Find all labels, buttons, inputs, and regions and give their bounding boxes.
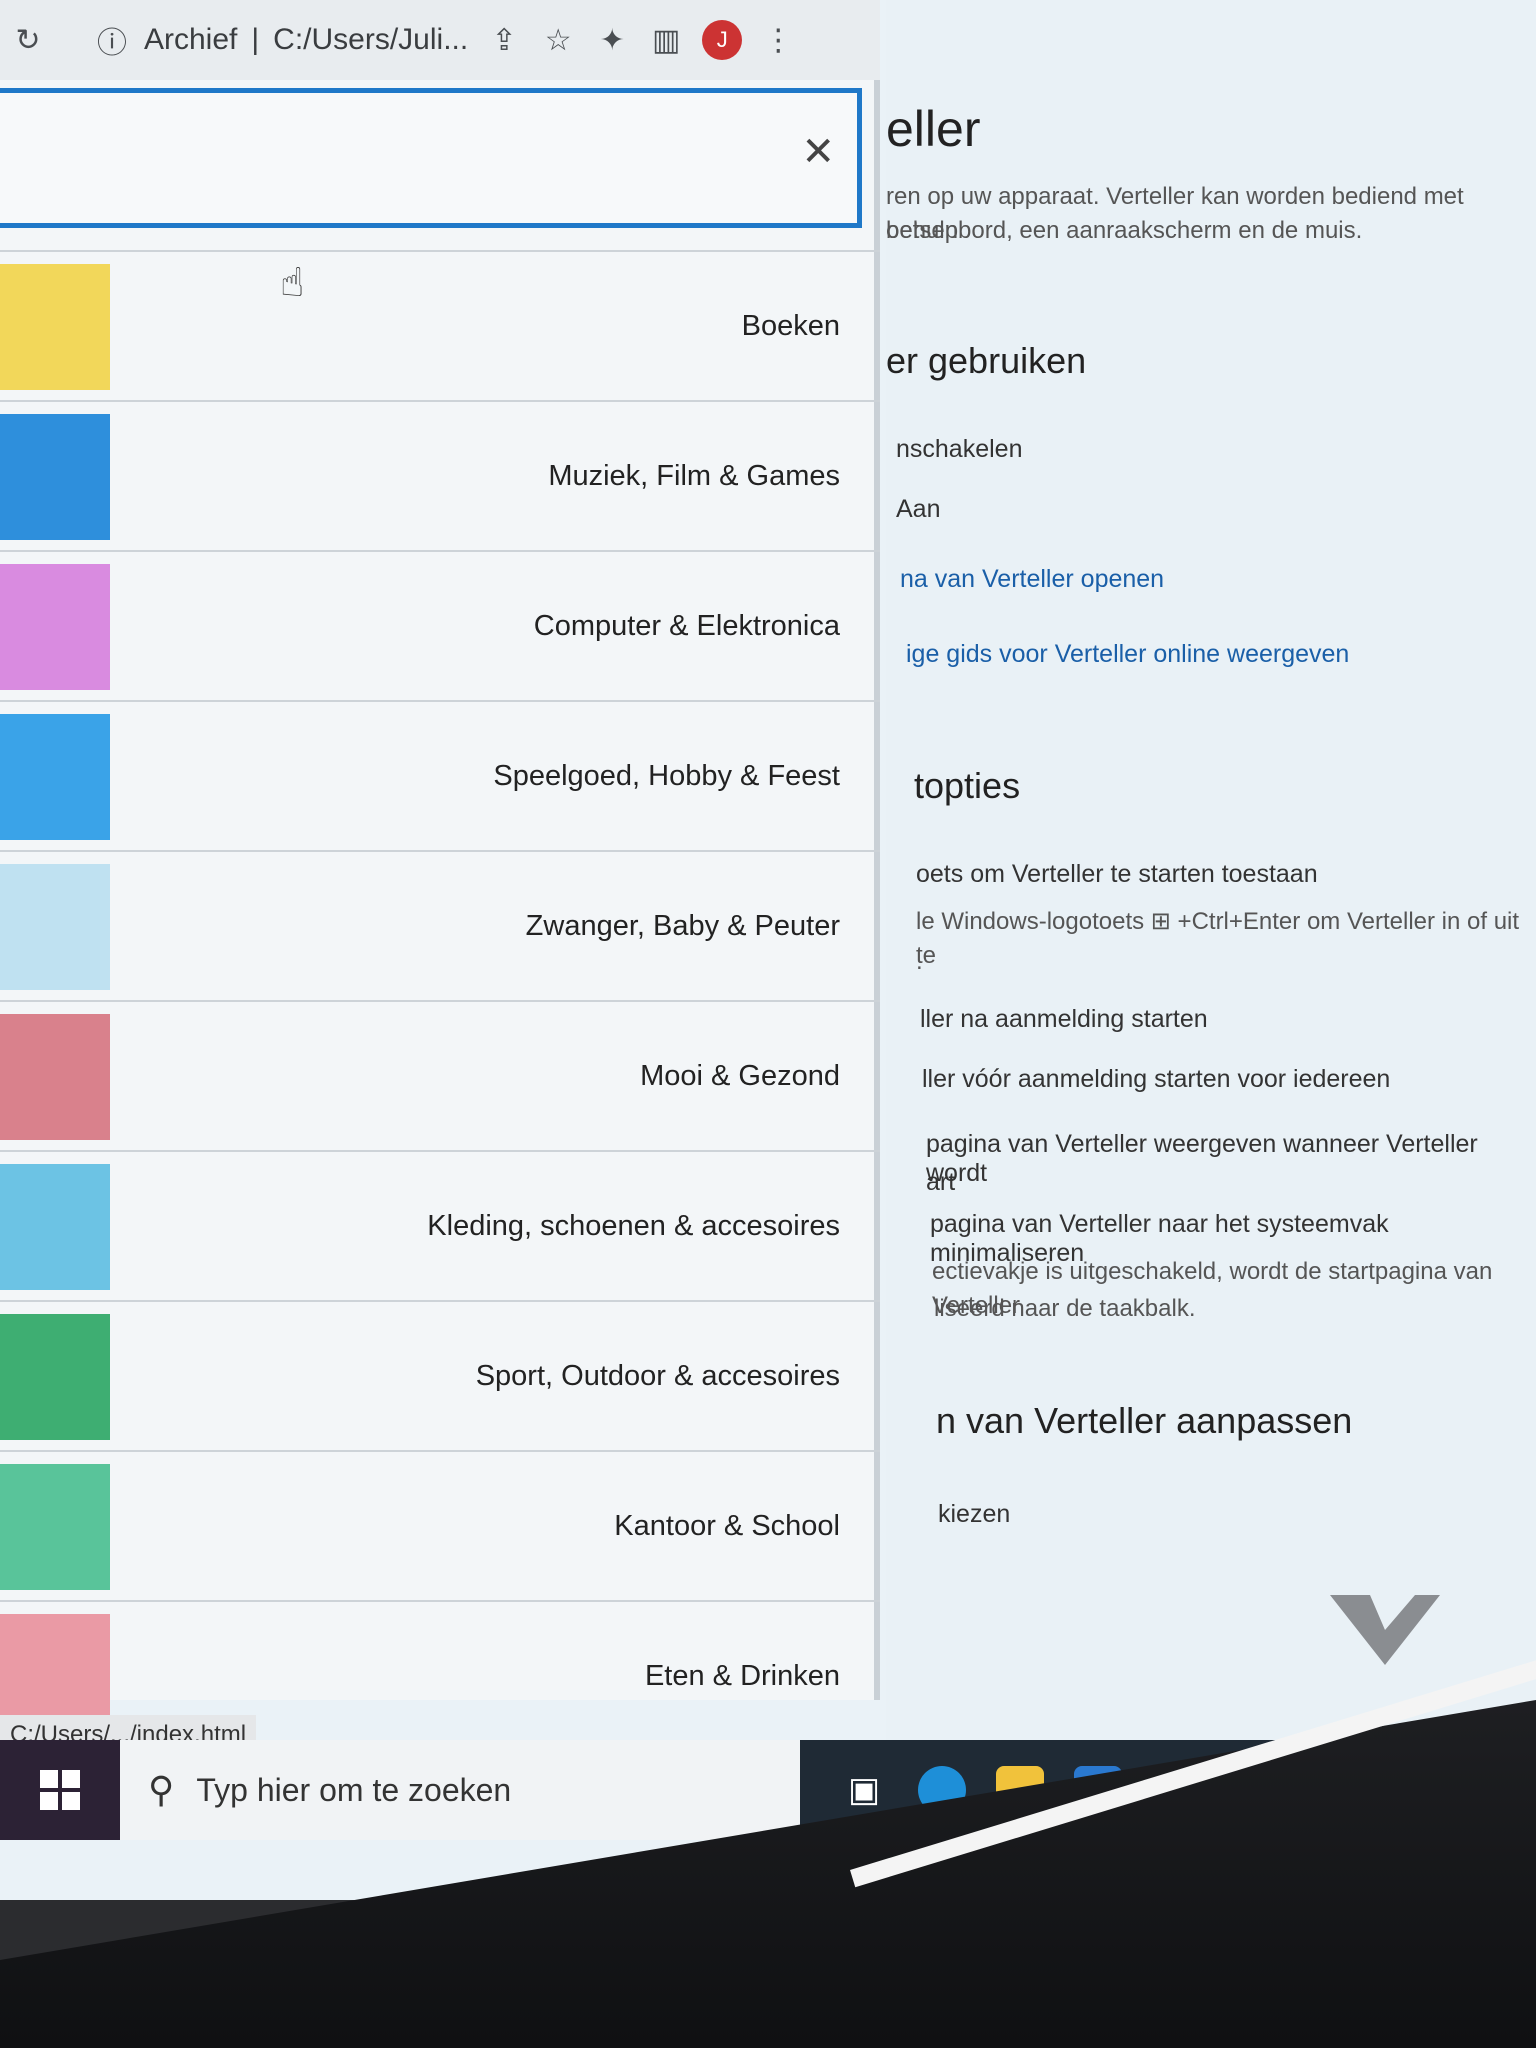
- option-after-signin[interactable]: ller na aanmelding starten: [920, 1005, 1208, 1034]
- option-show-home[interactable]: pagina van Verteller weergeven wanneer V…: [926, 1130, 1536, 1188]
- menu-item[interactable]: Computer & Elektronica: [0, 550, 880, 700]
- menu-item-label: Kantoor & School: [614, 1509, 840, 1542]
- menu-item[interactable]: Mooi & Gezond: [0, 1000, 880, 1150]
- toggle-label: nschakelen: [896, 435, 1023, 463]
- page-title: eller: [886, 101, 981, 157]
- category-thumbnail: [0, 1314, 110, 1440]
- start-button[interactable]: [0, 1740, 120, 1840]
- url-text: C:/Users/Juli...: [273, 23, 469, 56]
- menu-item[interactable]: Kleding, schoenen & accesoires: [0, 1150, 880, 1300]
- menu-item-label: Mooi & Gezond: [640, 1059, 840, 1092]
- option-show-home-2: art: [926, 1168, 956, 1196]
- menu-item[interactable]: Boeken: [0, 250, 880, 400]
- option-before-signin[interactable]: ller vóór aanmelding starten voor iedere…: [922, 1065, 1390, 1094]
- info-icon[interactable]: ⓘ: [94, 22, 130, 60]
- category-thumbnail: [0, 864, 110, 990]
- intro-text-2: oetsenbord, een aanraakscherm en de muis…: [886, 217, 1363, 244]
- menu-item-label: Computer & Elektronica: [533, 609, 840, 642]
- menu-item-label: Muziek, Film & Games: [548, 459, 840, 492]
- choose-label[interactable]: kiezen: [938, 1500, 1010, 1529]
- menu-item-label: Eten & Drinken: [644, 1659, 840, 1692]
- open-home-link[interactable]: na van Verteller openen: [900, 565, 1164, 594]
- menu-item-label: Boeken: [741, 309, 840, 342]
- category-thumbnail: [0, 564, 110, 690]
- guide-link[interactable]: ige gids voor Verteller online weergeven: [906, 640, 1349, 669]
- category-thumbnail: [0, 714, 110, 840]
- more-menu-icon[interactable]: ⋮: [760, 22, 796, 58]
- menu-item[interactable]: Kantoor & School: [0, 1450, 880, 1600]
- menu-item[interactable]: Sport, Outdoor & accesoires: [0, 1300, 880, 1450]
- settings-page: eller ren op uw apparaat. Verteller kan …: [886, 0, 1536, 1740]
- taskbar-search[interactable]: ⚲ Typ hier om te zoeken: [120, 1740, 800, 1840]
- monitor-logo-icon: [1330, 1595, 1440, 1665]
- address-bar[interactable]: ↻ ⓘ Archief | C:/Users/Juli... ⇪ ☆ ✦ ▥ J…: [0, 0, 880, 80]
- menu-item[interactable]: Speelgoed, Hobby & Feest: [0, 700, 880, 850]
- option-shortcut-desc: le Windows-logotoets ⊞ +Ctrl+Enter om Ve…: [916, 908, 1520, 969]
- share-icon[interactable]: ⇪: [486, 22, 522, 58]
- profile-avatar[interactable]: J: [702, 20, 743, 60]
- url-separator: |: [251, 23, 260, 56]
- menu-item-label: Speelgoed, Hobby & Feest: [493, 759, 840, 792]
- url-display[interactable]: ⓘ Archief | C:/Users/Juli...: [94, 22, 469, 60]
- category-thumbnail: [0, 1464, 110, 1590]
- menu-item[interactable]: Zwanger, Baby & Peuter: [0, 850, 880, 1000]
- category-thumbnail: [0, 264, 110, 390]
- category-thumbnail: [0, 414, 110, 540]
- taskbar-search-placeholder: Typ hier om te zoeken: [196, 1771, 512, 1808]
- windows-logo-icon: [40, 1770, 80, 1810]
- site-label: Archief: [144, 23, 238, 56]
- section-heading-use: er gebruiken: [886, 340, 1087, 381]
- category-menu: Boeken Muziek, Film & Games Computer & Ele…: [0, 250, 880, 1750]
- menu-item-label: Sport, Outdoor & accesoires: [475, 1359, 840, 1392]
- close-icon[interactable]: ✕: [801, 129, 835, 175]
- option-shortcut[interactable]: oets om Verteller te starten toestaan: [916, 860, 1318, 889]
- task-view-icon[interactable]: ▣: [840, 1766, 888, 1814]
- bookmark-star-icon[interactable]: ☆: [540, 22, 576, 58]
- menu-item-label: Kleding, schoenen & accesoires: [427, 1209, 840, 1242]
- menu-item-label: Zwanger, Baby & Peuter: [525, 909, 840, 942]
- toggle-state[interactable]: Aan: [896, 495, 940, 524]
- option-minimize-desc-2: liseerd naar de taakbalk.: [934, 1295, 1196, 1322]
- section-heading-customize: n van Verteller aanpassen: [936, 1400, 1353, 1441]
- sidepanel-icon[interactable]: ▥: [648, 22, 684, 58]
- menu-item[interactable]: Muziek, Film & Games: [0, 400, 880, 550]
- search-icon: ⚲: [148, 1769, 175, 1810]
- section-heading-options: topties: [914, 765, 1021, 806]
- extensions-icon[interactable]: ✦: [594, 22, 630, 58]
- category-thumbnail: [0, 1164, 110, 1290]
- browser-window: ↻ ⓘ Archief | C:/Users/Juli... ⇪ ☆ ✦ ▥ J…: [0, 0, 880, 1755]
- option-shortcut-desc-2: .: [916, 948, 923, 975]
- category-thumbnail: [0, 1014, 110, 1140]
- monitor-screen: ↻ ⓘ Archief | C:/Users/Juli... ⇪ ☆ ✦ ▥ J…: [0, 0, 1536, 1900]
- reload-icon[interactable]: ↻: [10, 22, 46, 58]
- search-panel[interactable]: ✕: [0, 88, 862, 228]
